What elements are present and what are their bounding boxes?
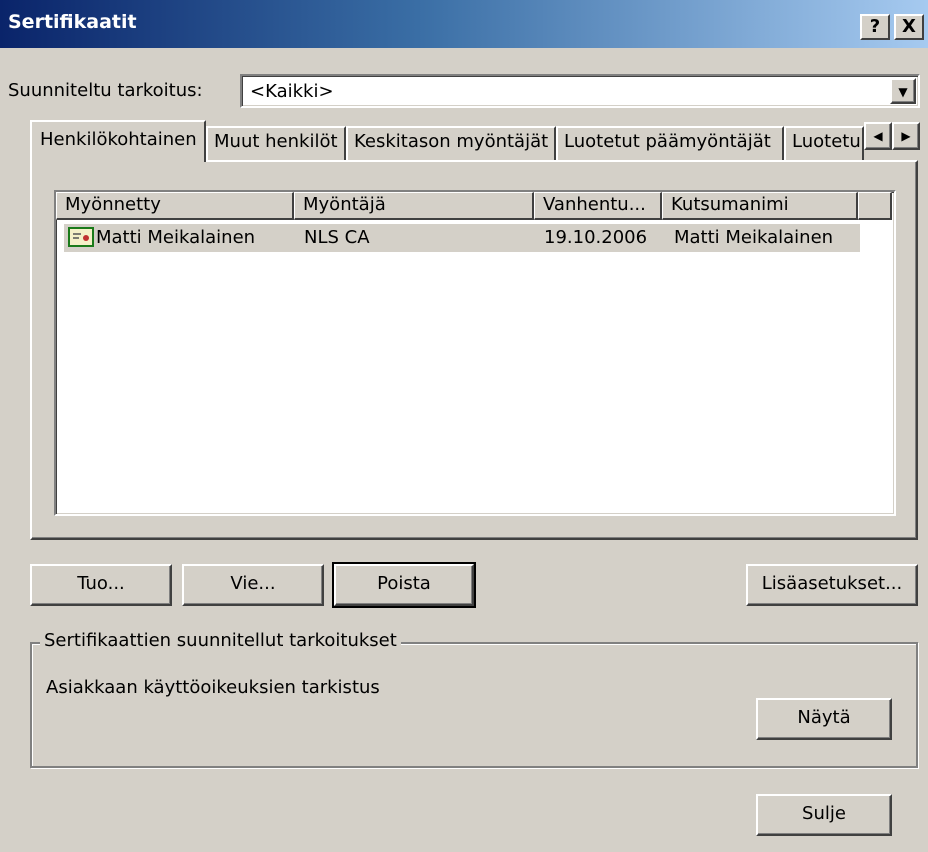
title-bar: Sertifikaatit ? X [0, 0, 928, 48]
advanced-button[interactable]: Lisäasetukset... [746, 564, 918, 606]
tab-panel: Myönnetty Myöntäjä Vanhentu... Kutsumani… [30, 160, 918, 540]
tab-intermediate-authorities[interactable]: Keskitason myöntäjät [346, 126, 556, 160]
column-header-expiration[interactable]: Vanhentu... [534, 192, 662, 220]
view-button[interactable]: Näytä [756, 698, 892, 740]
tab-personal[interactable]: Henkilökohtainen [30, 120, 206, 162]
tab-other-people[interactable]: Muut henkilöt [206, 126, 346, 160]
cell-friendly-name: Matti Meikalainen [674, 227, 834, 248]
column-header-filler [858, 192, 892, 220]
remove-button[interactable]: Poista [332, 562, 476, 608]
certificate-icon [68, 227, 94, 247]
purpose-label: Suunniteltu tarkoitus: [8, 80, 203, 101]
group-title: Sertifikaattien suunnitellut tarkoitukse… [40, 630, 401, 651]
tab-trusted-publishers[interactable]: Luotetu [784, 126, 864, 160]
tab-trusted-root-authorities[interactable]: Luotetut päämyöntäjät [556, 126, 784, 160]
cell-issuer: NLS CA [304, 227, 370, 248]
cell-expiration: 19.10.2006 [544, 227, 648, 248]
column-header-friendly-name[interactable]: Kutsumanimi [662, 192, 858, 220]
cell-issued-to: Matti Meikalainen [96, 227, 256, 248]
dropdown-arrow-icon[interactable]: ▼ [890, 78, 916, 104]
window-title: Sertifikaatit [8, 11, 137, 33]
purpose-selected-value: <Kaikki> [250, 81, 334, 102]
help-button[interactable]: ? [860, 14, 890, 40]
column-header-issuer[interactable]: Myöntäjä [294, 192, 534, 220]
intended-purposes-text: Asiakkaan käyttöoikeuksien tarkistus [46, 677, 380, 698]
close-window-button[interactable]: X [894, 14, 924, 40]
export-button[interactable]: Vie... [182, 564, 324, 606]
certificate-list[interactable]: Myönnetty Myöntäjä Vanhentu... Kutsumani… [54, 190, 896, 516]
tab-scroll-left-icon[interactable]: ◀ [864, 122, 892, 150]
tab-scroll-right-icon[interactable]: ▶ [892, 122, 920, 150]
purpose-dropdown[interactable]: <Kaikki> ▼ [240, 74, 920, 108]
table-row[interactable]: Matti Meikalainen NLS CA 19.10.2006 Matt… [64, 224, 860, 252]
close-button[interactable]: Sulje [756, 794, 892, 836]
import-button[interactable]: Tuo... [30, 564, 172, 606]
column-header-issued-to[interactable]: Myönnetty [56, 192, 294, 220]
